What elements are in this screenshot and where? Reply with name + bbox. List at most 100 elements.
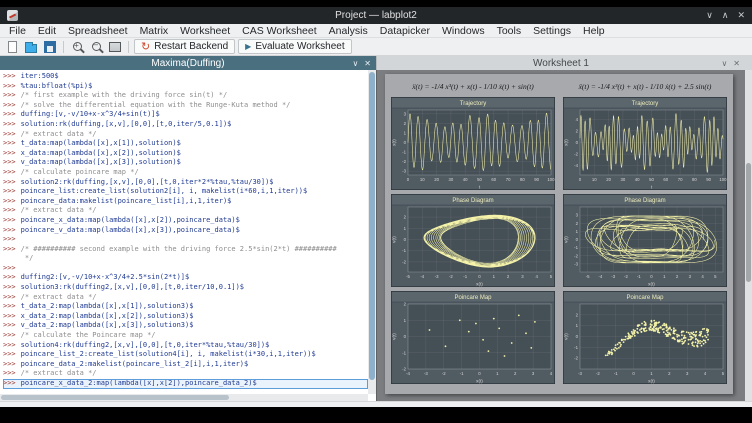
- y-axis-label: v(t): [564, 333, 569, 340]
- menu-datapicker[interactable]: Datapicker: [374, 24, 436, 37]
- cas-line[interactable]: >>>poincare_x_data_2:map(lambda([x],x[2]…: [3, 379, 368, 389]
- cas-line[interactable]: >>>: [3, 264, 368, 274]
- cas-line[interactable]: >>>/* extract data */: [3, 369, 368, 379]
- plot-poincare-map-1[interactable]: -4-3-2-101234-2-1012Poincare Mapx(t)v(t): [391, 291, 555, 384]
- cas-line[interactable]: >>>duffing:[v,-v/10+x-x^3/4+sin(t)]$: [3, 110, 368, 120]
- menu-edit[interactable]: Edit: [32, 24, 62, 37]
- svg-text:-2: -2: [624, 274, 628, 279]
- svg-text:-1: -1: [574, 245, 578, 250]
- plot-trajectory-2[interactable]: 0102030405060708090100-4-2024Trajectoryt…: [563, 97, 727, 190]
- cas-line[interactable]: >>>/* extract data */: [3, 130, 368, 140]
- document-save-icon[interactable]: [42, 39, 58, 55]
- restart-backend-button[interactable]: ↻ Restart Backend: [134, 39, 235, 54]
- cas-worksheet-panel[interactable]: >>>iter:500$>>>%tau:bfloat(%pi)$>>>/* fi…: [0, 70, 376, 401]
- panel-float-icon[interactable]: ∨: [721, 59, 727, 68]
- svg-text:20: 20: [606, 177, 611, 182]
- worksheet-panel-header[interactable]: Worksheet 1 ∨ ✕: [376, 56, 745, 70]
- menu-tools[interactable]: Tools: [491, 24, 528, 37]
- document-new-icon[interactable]: [4, 39, 20, 55]
- cas-line[interactable]: >>>/* extract data */: [3, 293, 368, 303]
- plot-phase-diagram-2[interactable]: -5-4-3-2-1012345-3-2-10123Phase Diagramx…: [563, 194, 727, 287]
- cas-line[interactable]: >>>poincare_data_2:makelist(poincare_lis…: [3, 360, 368, 370]
- menu-help[interactable]: Help: [577, 24, 611, 37]
- cas-line[interactable]: >>>/* calculate the Poincare map */: [3, 331, 368, 341]
- cas-line[interactable]: >>>poincare_list:create_list(solution2[i…: [3, 187, 368, 197]
- zoom-in-icon[interactable]: [69, 39, 85, 55]
- cas-line[interactable]: >>>iter:500$: [3, 72, 368, 82]
- x-axis-label: x(t): [476, 282, 483, 287]
- fit-page-icon[interactable]: [107, 39, 123, 55]
- plot-cell: 0102030405060708090100-3-2-10123Trajecto…: [391, 97, 555, 190]
- svg-text:-5: -5: [586, 274, 590, 279]
- svg-text:90: 90: [534, 177, 539, 182]
- menu-analysis[interactable]: Analysis: [323, 24, 374, 37]
- plot-poincare-map-2[interactable]: -3-2-1012345-2-1012Poincare Mapx(t)v(t): [563, 291, 727, 384]
- worksheet-view[interactable]: ẍ(t) = -1/4 x³(t) + x(t) - 1/10 ẋ(t) + s…: [376, 70, 745, 401]
- minimize-button[interactable]: ∨: [706, 10, 713, 21]
- cas-panel-header[interactable]: Maxima(Duffing) ∨ ✕: [0, 56, 376, 70]
- worksheet-page: ẍ(t) = -1/4 x³(t) + x(t) - 1/10 ẋ(t) + s…: [385, 74, 733, 394]
- worksheet-vscroll-thumb[interactable]: [746, 163, 751, 282]
- svg-text:-3: -3: [402, 169, 406, 174]
- cas-line[interactable]: >>>poincare_x_data:map(lambda([x],x[2]),…: [3, 216, 368, 226]
- svg-text:60: 60: [663, 177, 668, 182]
- equation-label-1[interactable]: ẍ(t) = -1/4 x³(t) + x(t) - 1/10 ẋ(t) + s…: [391, 79, 555, 93]
- cas-line[interactable]: */: [3, 254, 368, 264]
- svg-text:50: 50: [649, 177, 654, 182]
- equation-label-2[interactable]: ẍ(t) = -1/4 x³(t) + x(t) - 1/10 ẋ(t) + 2…: [563, 79, 727, 93]
- evaluate-worksheet-button[interactable]: ▶ Evaluate Worksheet: [238, 39, 351, 54]
- menu-windows[interactable]: Windows: [436, 24, 491, 37]
- cas-vscroll-thumb[interactable]: [369, 72, 375, 380]
- plot-trajectory-1[interactable]: 0102030405060708090100-3-2-10123Trajecto…: [391, 97, 555, 190]
- cas-line[interactable]: >>>t_data_2:map(lambda([x],x[1]),solutio…: [3, 302, 368, 312]
- cas-line[interactable]: >>>: [3, 235, 368, 245]
- toolbar: ↻ Restart Backend ▶ Evaluate Worksheet: [0, 38, 752, 56]
- plot-phase-diagram-1[interactable]: -5-4-3-2-1012345-2-1012Phase Diagramx(t)…: [391, 194, 555, 287]
- cas-line[interactable]: >>>poincare_v_data:map(lambda([x],x[3]),…: [3, 226, 368, 236]
- menu-cas-worksheet[interactable]: CAS Worksheet: [236, 24, 323, 37]
- cas-hscroll-thumb[interactable]: [1, 395, 229, 400]
- screen: Project — labplot2 ∨ ∧ ✕ FileEditSpreads…: [0, 0, 752, 423]
- cas-line[interactable]: >>>v_data_2:map(lambda([x],x[3]),solutio…: [3, 321, 368, 331]
- zoom-out-icon[interactable]: [88, 39, 104, 55]
- cas-line[interactable]: >>>/* solve the differential equation wi…: [3, 101, 368, 111]
- cas-line[interactable]: >>>t_data:map(lambda([x],x[1]),solution)…: [3, 139, 368, 149]
- menu-worksheet[interactable]: Worksheet: [174, 24, 236, 37]
- maximize-button[interactable]: ∧: [722, 10, 729, 21]
- cas-line[interactable]: >>>%tau:bfloat(%pi)$: [3, 82, 368, 92]
- worksheet-vertical-scrollbar: [745, 70, 752, 401]
- cas-line[interactable]: >>>poincare_data:makelist(poincare_list[…: [3, 197, 368, 207]
- cas-line[interactable]: >>>solution3:rk(duffing2,[x,v],[0,0],[t,…: [3, 283, 368, 293]
- cas-line[interactable]: >>>v_data:map(lambda([x],x[3]),solution)…: [3, 158, 368, 168]
- cas-line[interactable]: >>>x_data_2:map(lambda([x],x[2]),solutio…: [3, 312, 368, 322]
- cas-line[interactable]: >>>/* first example with the driving for…: [3, 91, 368, 101]
- panel-close-icon[interactable]: ✕: [364, 59, 371, 68]
- restart-backend-label: Restart Backend: [154, 41, 228, 52]
- close-button[interactable]: ✕: [737, 10, 745, 21]
- cas-line[interactable]: >>>/* ########## second example with the…: [3, 245, 368, 255]
- cas-line[interactable]: >>>solution:rk(duffing,[x,v],[0,0],[t,0,…: [3, 120, 368, 130]
- menu-file[interactable]: File: [3, 24, 32, 37]
- cas-line[interactable]: >>>/* calculate poincare map */: [3, 168, 368, 178]
- svg-text:-1: -1: [402, 150, 406, 155]
- cas-code-area[interactable]: >>>iter:500$>>>%tau:bfloat(%pi)$>>>/* fi…: [0, 70, 368, 394]
- cas-line[interactable]: >>>solution2:rk(duffing,[x,v],[0,0],[t,0…: [3, 178, 368, 188]
- x-axis-label: x(t): [476, 379, 483, 384]
- cas-line[interactable]: >>>duffing2:[v,-v/10+x-x^3/4+2.5*sin(2*t…: [3, 273, 368, 283]
- menu-settings[interactable]: Settings: [527, 24, 577, 37]
- cas-line[interactable]: >>>x_data:map(lambda([x],x[2]),solution)…: [3, 149, 368, 159]
- menu-matrix[interactable]: Matrix: [134, 24, 175, 37]
- svg-text:50: 50: [477, 177, 482, 182]
- y-axis-label: x(t): [392, 139, 397, 146]
- document-open-icon[interactable]: [23, 39, 39, 55]
- cas-line[interactable]: >>>solution4:rk(duffing2,[x,v],[0,0],[t,…: [3, 341, 368, 351]
- menu-spreadsheet[interactable]: Spreadsheet: [62, 24, 134, 37]
- svg-text:-2: -2: [449, 274, 453, 279]
- svg-text:30: 30: [449, 177, 454, 182]
- panel-float-icon[interactable]: ∨: [352, 59, 358, 68]
- panel-close-icon[interactable]: ✕: [733, 59, 740, 68]
- cas-line[interactable]: >>>poincare_list_2:create_list(solution4…: [3, 350, 368, 360]
- titlebar[interactable]: Project — labplot2 ∨ ∧ ✕: [0, 7, 752, 24]
- cas-line[interactable]: >>>/* extract data */: [3, 206, 368, 216]
- cas-panel-title: Maxima(Duffing): [0, 58, 376, 69]
